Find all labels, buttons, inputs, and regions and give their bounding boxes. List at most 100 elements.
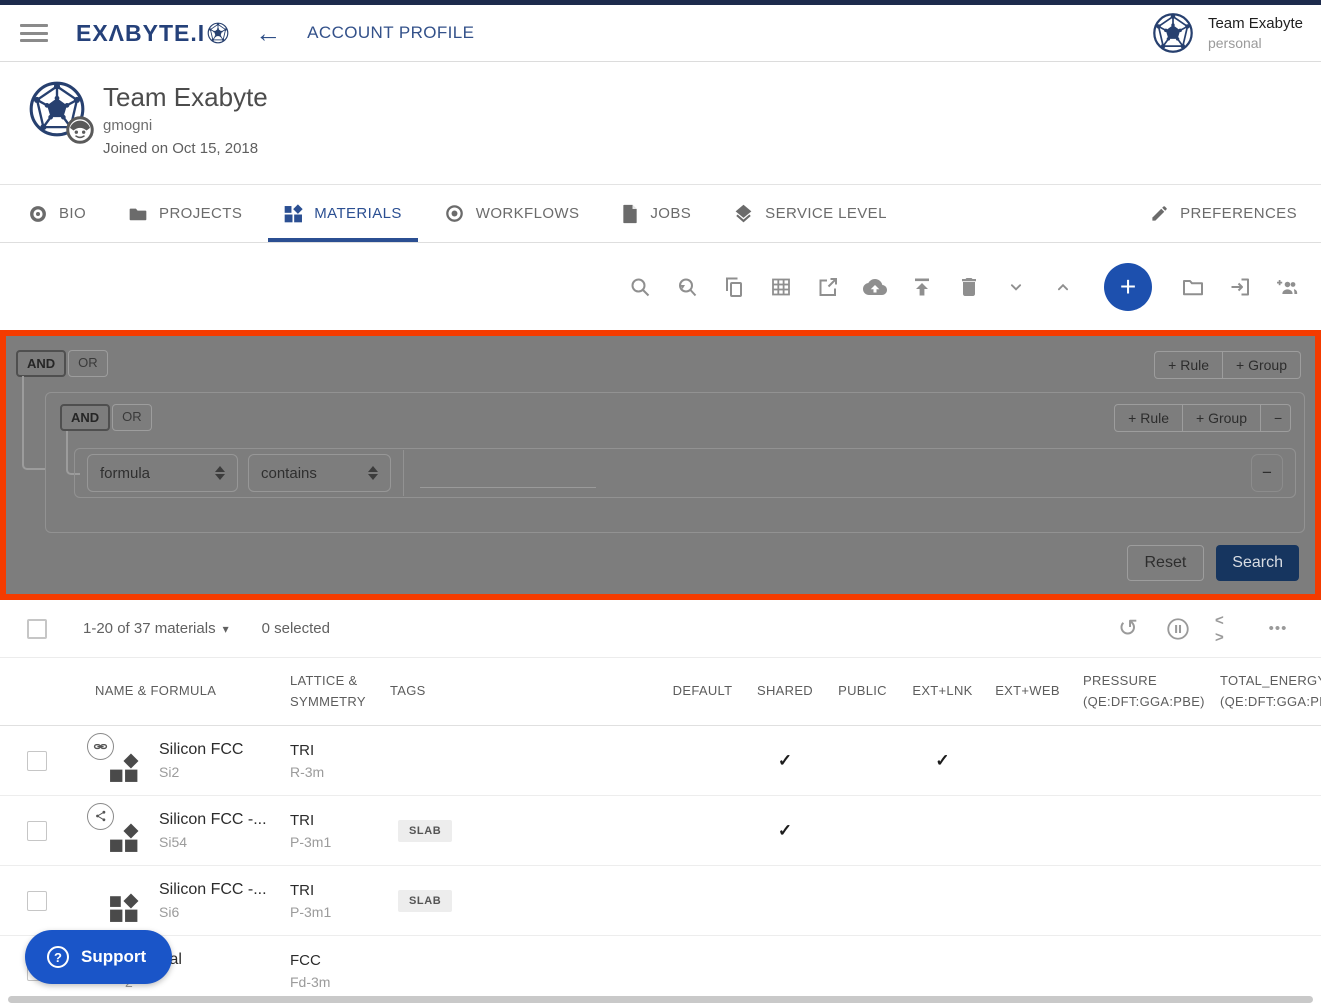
outer-group-actions: + Rule + Group (1154, 351, 1301, 379)
workflows-icon (444, 203, 465, 224)
page-title: ACCOUNT PROFILE (307, 23, 474, 43)
user-name: Team Exabyte (1208, 15, 1303, 32)
chevron-up-icon[interactable] (1051, 275, 1075, 299)
saved-search-icon[interactable] (675, 275, 699, 299)
profile-tabs: BIO PROJECTS MATERIALS WORKFLOWS (0, 185, 1321, 243)
materials-icon (284, 204, 303, 223)
profile-name: Team Exabyte (103, 82, 268, 113)
pause-icon[interactable] (1165, 616, 1191, 642)
tab-bio[interactable]: BIO (12, 185, 102, 242)
help-icon: ? (47, 946, 69, 968)
pagination-caret-icon[interactable]: ▾ (223, 622, 229, 636)
tab-projects[interactable]: PROJECTS (112, 185, 258, 242)
tab-materials[interactable]: MATERIALS (268, 185, 418, 242)
symmetry-group: P-3m1 (290, 904, 390, 920)
user-menu[interactable]: Team Exabyte personal (1152, 12, 1303, 54)
search-icon[interactable] (628, 275, 652, 299)
rule-field-select[interactable]: formula (87, 454, 238, 492)
symmetry-group: R-3m (290, 764, 390, 780)
share-badge-icon (87, 803, 114, 830)
column-lattice-symmetry[interactable]: LATTICE & SYMMETRY (290, 671, 390, 711)
pagination-range[interactable]: 1-20 of 37 materials (83, 620, 216, 637)
top-app-bar: EXΛBYTE.I ← ACCOUNT PROFILE Team Exabyte… (0, 0, 1321, 62)
tab-jobs[interactable]: JOBS (605, 185, 707, 242)
user-account-type: personal (1208, 35, 1303, 51)
list-controls-actions: ↺ < > ••• (1115, 616, 1321, 642)
delete-icon[interactable] (957, 275, 981, 299)
table-row[interactable]: Silicon FCC -... Si6 TRI P-3m1 SLAB (0, 866, 1321, 936)
back-arrow-icon[interactable]: ← (255, 20, 281, 46)
code-view-icon[interactable]: < > (1215, 616, 1241, 642)
lattice-type: TRI (290, 812, 390, 829)
table-row[interactable]: Silicon FCC -... Si54 TRI P-3m1 SLAB ✓ (0, 796, 1321, 866)
column-ext-web[interactable]: EXT+WEB (985, 681, 1070, 701)
horizontal-scrollbar[interactable] (8, 996, 1313, 1003)
column-shared[interactable]: SHARED (745, 681, 825, 701)
inner-or-button[interactable]: OR (112, 404, 152, 431)
tag-badge: SLAB (398, 890, 452, 912)
row-checkbox[interactable] (27, 891, 47, 911)
material-name: Silicon FCC -... (159, 881, 267, 899)
remove-group-button[interactable]: − (1261, 404, 1291, 432)
table-view-icon[interactable] (769, 275, 793, 299)
outer-or-button[interactable]: OR (68, 350, 108, 377)
material-icon (95, 879, 139, 923)
more-options-icon[interactable]: ••• (1265, 616, 1291, 642)
cloud-upload-icon[interactable] (863, 275, 887, 299)
column-total-energy[interactable]: TOTAL_ENERGY (QE:DFT:GGA:PE (1210, 671, 1321, 711)
window-top-strip (0, 0, 1321, 5)
share-with-team-icon[interactable] (1275, 275, 1299, 299)
lattice-type: TRI (290, 742, 390, 759)
list-controls-bar: 1-20 of 37 materials ▾ 0 selected ↺ < > … (0, 600, 1321, 658)
lattice-type: FCC (290, 952, 390, 969)
tab-service-level[interactable]: SERVICE LEVEL (717, 185, 903, 242)
rule-value-input[interactable] (420, 458, 596, 488)
inner-add-group-button[interactable]: + Group (1183, 404, 1261, 432)
add-material-button[interactable]: + (1104, 263, 1152, 311)
table-row[interactable]: Material 2 FCC Fd-3m (0, 936, 1321, 1004)
select-all-checkbox[interactable] (27, 619, 47, 639)
folder-move-icon[interactable] (1181, 275, 1205, 299)
column-public[interactable]: PUBLIC (825, 681, 900, 701)
account-profile-page: EXΛBYTE.I ← ACCOUNT PROFILE Team Exabyte… (0, 0, 1321, 1004)
menu-icon[interactable] (20, 24, 48, 42)
search-button[interactable]: Search (1216, 545, 1299, 581)
row-checkbox[interactable] (27, 821, 47, 841)
lattice-type: TRI (290, 882, 390, 899)
row-checkbox[interactable] (27, 751, 47, 771)
outer-and-button[interactable]: AND (16, 350, 66, 377)
table-row[interactable]: Silicon FCC Si2 TRI R-3m ✓ ✓ (0, 726, 1321, 796)
open-in-new-icon[interactable] (816, 275, 840, 299)
selected-count: 0 selected (262, 620, 330, 637)
tab-workflows[interactable]: WORKFLOWS (428, 185, 596, 242)
support-button[interactable]: ? Support (25, 930, 172, 984)
material-formula: Si54 (159, 834, 267, 850)
rule-operator-select[interactable]: contains (248, 454, 391, 492)
ext-lnk-check-icon: ✓ (900, 751, 985, 771)
inner-add-rule-button[interactable]: + Rule (1114, 404, 1183, 432)
column-pressure[interactable]: PRESSURE (QE:DFT:GGA:PBE) (1070, 671, 1210, 711)
query-rule-row: formula contains − (74, 448, 1296, 498)
column-tags[interactable]: TAGS (390, 681, 660, 701)
column-ext-lnk[interactable]: EXT+LNK (900, 681, 985, 701)
outer-add-group-button[interactable]: + Group (1223, 351, 1301, 379)
folder-icon (128, 204, 148, 224)
copy-icon[interactable] (722, 275, 746, 299)
refresh-icon[interactable]: ↺ (1115, 616, 1141, 642)
material-formula: Si2 (159, 764, 243, 780)
materials-table-header: NAME & FORMULA LATTICE & SYMMETRY TAGS D… (0, 658, 1321, 726)
tab-preferences[interactable]: PREFERENCES (1134, 185, 1313, 242)
material-icon (95, 739, 139, 783)
inner-and-button[interactable]: AND (60, 404, 110, 431)
upload-icon[interactable] (910, 275, 934, 299)
column-default[interactable]: DEFAULT (660, 681, 745, 701)
outer-add-rule-button[interactable]: + Rule (1154, 351, 1223, 379)
chevron-down-icon[interactable] (1004, 275, 1028, 299)
column-name-formula[interactable]: NAME & FORMULA (85, 681, 290, 701)
reset-button[interactable]: Reset (1127, 545, 1205, 581)
jobs-icon (621, 204, 639, 224)
query-builder-highlight-region: AND OR + Rule + Group AND OR + Rule + Gr… (0, 330, 1321, 600)
exabyte-logo[interactable]: EXΛBYTE.I (76, 20, 229, 47)
remove-rule-button[interactable]: − (1251, 454, 1283, 492)
import-icon[interactable] (1228, 275, 1252, 299)
